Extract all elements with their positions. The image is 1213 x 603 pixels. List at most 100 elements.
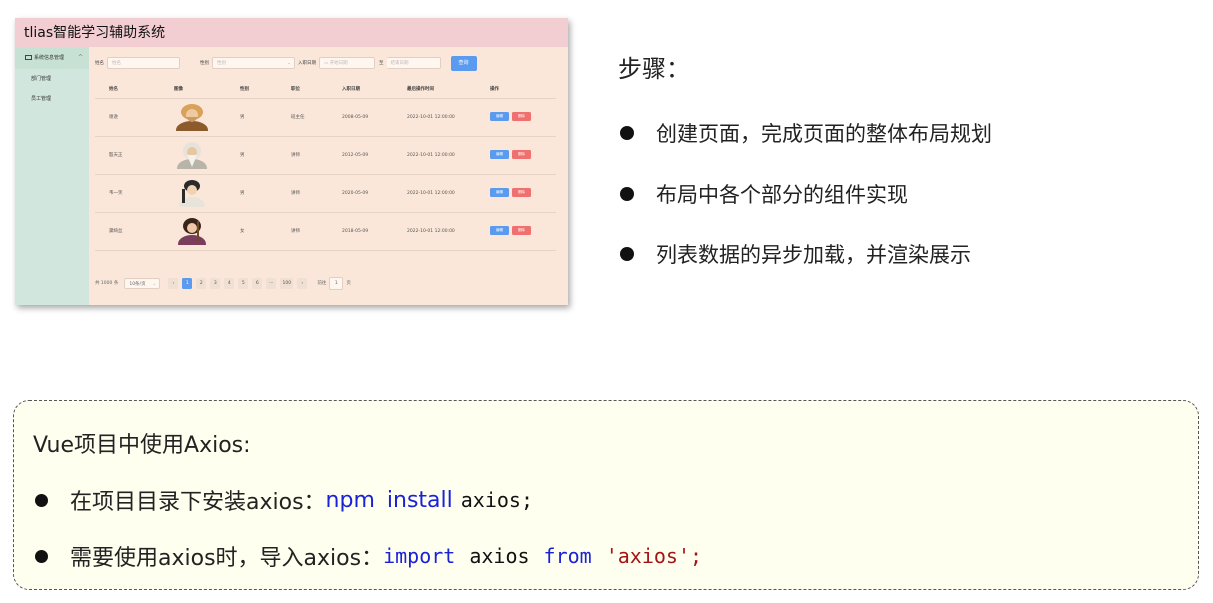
gender-select[interactable]: 性别 ⌄ <box>212 57 295 69</box>
edit-button[interactable]: 编辑 <box>490 226 509 235</box>
edit-button[interactable]: 编辑 <box>490 112 509 121</box>
cell-actions: 编辑 删除 <box>490 137 531 174</box>
table-header: 姓名 图像 性别 职位 入职日期 最后操作时间 操作 <box>95 81 556 99</box>
cell-job: 讲师 <box>291 153 300 158</box>
pagination: 共 1000 条 10条/页 ⌄ ‹ 1 2 3 4 5 6 ··· 100 ›… <box>95 276 351 290</box>
table-row: 黛绮丝 女 讲师 2018-05-09 2022-10-01 12:00:00 … <box>95 213 556 251</box>
goto-input[interactable]: 1 <box>329 276 344 290</box>
page-button-4[interactable]: 4 <box>224 277 235 289</box>
page-button-last[interactable]: 100 <box>280 277 294 289</box>
end-date-input[interactable]: 结束日期 <box>386 57 441 69</box>
cell-actions: 编辑 删除 <box>490 213 531 250</box>
more-pages-button[interactable]: ··· <box>266 277 277 289</box>
step-text: 创建页面，完成页面的整体布局规划 <box>656 122 992 146</box>
cell-updated: 2022-10-01 12:00:00 <box>407 115 455 120</box>
edit-button[interactable]: 编辑 <box>490 188 509 197</box>
prev-page-button[interactable]: ‹ <box>168 277 179 289</box>
avatar <box>178 218 206 245</box>
header-image: 图像 <box>174 87 183 92</box>
avatar <box>176 104 208 131</box>
employee-table: 姓名 图像 性别 职位 入职日期 最后操作时间 操作 谢逊 男 班主任 2008… <box>95 81 556 251</box>
delete-button[interactable]: 删除 <box>512 188 531 197</box>
step-text: 列表数据的异步加载，并渲染展示 <box>656 243 971 267</box>
gender-placeholder: 性别 <box>217 61 226 66</box>
import-string: 'axios'; <box>605 544 703 568</box>
steps-title: 步骤： <box>618 55 690 83</box>
axios-title: Vue项目中使用Axios: <box>33 433 251 458</box>
step-item: 创建页面，完成页面的整体布局规划 <box>620 118 992 148</box>
delete-button[interactable]: 删除 <box>512 226 531 235</box>
start-date-input[interactable]: ▭ 开始日期 <box>319 57 375 69</box>
sidebar-group-system[interactable]: 系统信息管理 ^ <box>15 47 89 69</box>
cell-name: 韦一笑 <box>109 191 123 196</box>
install-text: 在项目目录下安装axios： <box>70 490 326 515</box>
cell-entry-date: 2012-05-09 <box>342 153 369 158</box>
page-button-3[interactable]: 3 <box>210 277 221 289</box>
date-separator: 至 <box>379 61 384 66</box>
cell-job: 班主任 <box>291 115 305 120</box>
cell-entry-date: 2008-05-09 <box>342 115 369 120</box>
install-package: axios; <box>460 488 533 512</box>
edit-button[interactable]: 编辑 <box>490 150 509 159</box>
delete-button[interactable]: 删除 <box>512 112 531 121</box>
date-label: 入职日期 <box>298 61 316 66</box>
cell-gender: 男 <box>240 153 245 158</box>
chevron-down-icon: ⌄ <box>287 61 291 66</box>
cell-actions: 编辑 删除 <box>490 99 531 136</box>
search-form: 姓名 姓名 性别 性别 ⌄ 入职日期 ▭ 开始日期 至 结束日期 查询 <box>95 55 477 71</box>
from-keyword: from <box>543 544 592 568</box>
cell-entry-date: 2018-05-09 <box>342 229 369 234</box>
cell-updated: 2022-10-01 12:00:00 <box>407 229 455 234</box>
app-title: tlias智能学习辅助系统 <box>15 18 568 47</box>
page-size-value: 10条/页 <box>129 281 146 287</box>
sidebar: 系统信息管理 ^ 部门管理 员工管理 <box>15 47 89 305</box>
cell-job: 讲师 <box>291 229 300 234</box>
import-identifier: axios <box>469 544 530 568</box>
cell-entry-date: 2020-05-09 <box>342 191 369 196</box>
npm-keyword: npm <box>325 487 375 513</box>
import-keyword: import <box>383 544 456 568</box>
page-button-1[interactable]: 1 <box>182 277 193 289</box>
bullet-icon <box>35 493 48 507</box>
app-screenshot: tlias智能学习辅助系统 系统信息管理 ^ 部门管理 员工管理 姓名 姓名 性… <box>15 18 568 305</box>
gender-label: 性别 <box>200 61 209 66</box>
cell-job: 讲师 <box>291 191 300 196</box>
header-actions: 操作 <box>490 87 499 92</box>
bullet-icon <box>35 549 48 563</box>
name-label: 姓名 <box>95 61 104 66</box>
sidebar-item-dept[interactable]: 部门管理 <box>15 69 89 89</box>
cell-gender: 女 <box>240 229 245 234</box>
table-row: 韦一笑 男 讲师 2020-05-09 2022-10-01 12:00:00 … <box>95 175 556 213</box>
header-name: 姓名 <box>109 87 118 92</box>
install-keyword: install <box>386 487 453 513</box>
pagination-total: 共 1000 条 <box>95 281 119 286</box>
cell-name: 谢逊 <box>109 115 118 120</box>
cell-updated: 2022-10-01 12:00:00 <box>407 153 455 158</box>
cell-actions: 编辑 删除 <box>490 175 531 212</box>
cell-gender: 男 <box>240 191 245 196</box>
cell-updated: 2022-10-01 12:00:00 <box>407 191 455 196</box>
import-text: 需要使用axios时，导入axios： <box>70 546 384 571</box>
bullet-icon <box>620 247 634 261</box>
goto-suffix: 页 <box>346 281 351 286</box>
chevron-up-icon: ^ <box>77 54 83 61</box>
install-line: 在项目目录下安装axios： npm install axios; <box>35 484 533 516</box>
import-line: 需要使用axios时，导入axios： import axios from 'a… <box>35 540 702 572</box>
sidebar-item-emp[interactable]: 员工管理 <box>15 89 89 109</box>
cell-name: 黛绮丝 <box>109 229 123 234</box>
header-entry-date: 入职日期 <box>342 87 360 92</box>
page-size-select[interactable]: 10条/页 ⌄ <box>124 277 161 289</box>
cell-name: 殷天正 <box>109 153 123 158</box>
delete-button[interactable]: 删除 <box>512 150 531 159</box>
query-button[interactable]: 查询 <box>450 55 477 71</box>
bullet-icon <box>620 126 634 140</box>
mail-icon <box>25 54 32 61</box>
page-button-2[interactable]: 2 <box>196 277 207 289</box>
page-button-5[interactable]: 5 <box>238 277 249 289</box>
name-input[interactable]: 姓名 <box>107 57 180 69</box>
next-page-button[interactable]: › <box>297 277 308 289</box>
avatar <box>177 142 207 169</box>
header-gender: 性别 <box>240 87 249 92</box>
page-button-6[interactable]: 6 <box>252 277 263 289</box>
header-updated: 最后操作时间 <box>407 87 434 92</box>
